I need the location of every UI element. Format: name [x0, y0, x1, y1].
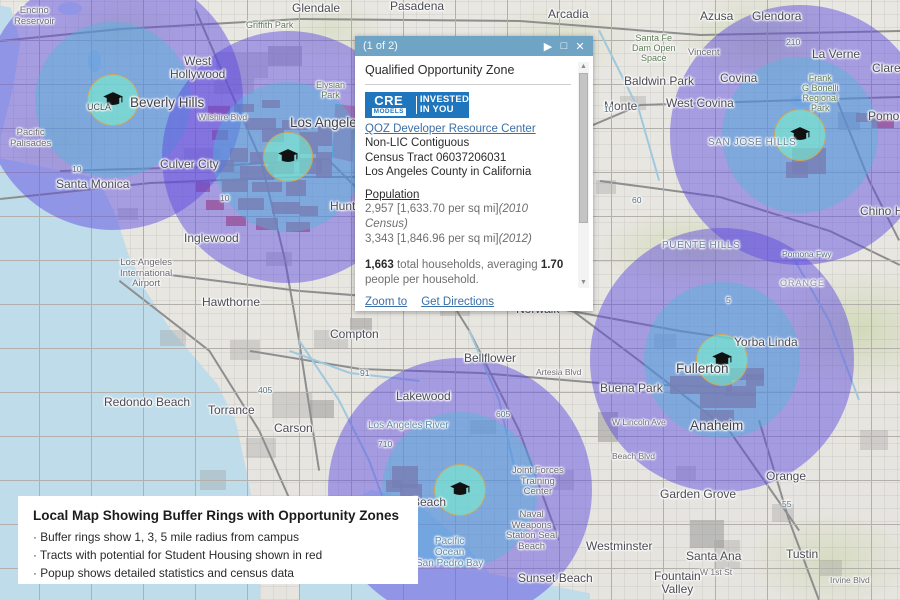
- caption-bullet-3: · Popup shows detailed statistics and ce…: [33, 565, 294, 580]
- census-tract-text: Census Tract 06037206031: [365, 151, 507, 164]
- population-2012-note: (2012): [498, 233, 532, 246]
- popup-body: Qualified Opportunity Zone CRE MODELS IN…: [355, 56, 593, 292]
- scrollbar-thumb[interactable]: [579, 73, 588, 223]
- qoz-developer-resource-center-link[interactable]: QOZ Developer Resource Center: [365, 123, 571, 135]
- popup-heading: Qualified Opportunity Zone: [365, 63, 571, 85]
- urban-block: [350, 318, 372, 334]
- graduation-cap-icon: [277, 148, 299, 164]
- close-button[interactable]: ✕: [572, 38, 588, 54]
- graduation-cap-icon: [102, 91, 124, 107]
- marina-water: [92, 236, 118, 245]
- population-2012-line: 3,343 [1,846.96 per sq mi](2012): [365, 232, 571, 247]
- caption-bullet-2: · Tracts with potential for Student Hous…: [33, 547, 323, 562]
- logo-cre-text: CRE: [374, 93, 404, 109]
- caption-bullet-1: · Buffer rings show 1, 3, 5 mile radius …: [33, 530, 299, 544]
- households-count: 1,663: [365, 258, 394, 271]
- get-directions-link[interactable]: Get Directions: [421, 296, 494, 308]
- population-2012-value: 3,343 [1,846.96 per sq mi]: [365, 233, 499, 246]
- population-2010-value: 2,957 [1,633.70 per sq mi]: [365, 203, 499, 216]
- household-average: 1.70: [540, 258, 564, 271]
- logo-right-block: INVESTED IN YOU: [420, 92, 469, 118]
- urban-block: [310, 400, 334, 418]
- population-2010-line: 2,957 [1,633.70 per sq mi](2010 Census): [365, 202, 571, 232]
- maximize-button[interactable]: □: [556, 38, 572, 54]
- feature-popup[interactable]: (1 of 2) ▶ □ ✕ Qualified Opportunity Zon…: [355, 36, 593, 311]
- scroll-down-arrow-icon[interactable]: ▼: [580, 278, 587, 288]
- caption-box: Local Map Showing Buffer Rings with Oppo…: [18, 496, 418, 584]
- urban-block: [160, 330, 186, 346]
- zoom-to-link[interactable]: Zoom to: [365, 296, 407, 308]
- popup-footer: Zoom to Get Directions: [355, 292, 593, 311]
- next-feature-button[interactable]: ▶: [540, 38, 556, 54]
- logo-left-block: CRE MODELS: [365, 92, 413, 118]
- graduation-cap-icon: [711, 351, 733, 367]
- graduation-cap-icon: [789, 126, 811, 142]
- popup-feature-counter: (1 of 2): [363, 40, 398, 52]
- logo-models-text: MODELS: [371, 107, 406, 116]
- graduation-cap-icon: [449, 481, 471, 497]
- logo-in-you-text: IN YOU: [419, 104, 454, 115]
- county-state-text: Los Angeles County in California: [365, 166, 532, 179]
- households-paragraph: 1,663 total households, averaging 1.70 p…: [365, 258, 564, 286]
- urban-block: [314, 330, 348, 348]
- designation-text: Non-LIC Contiguous: [365, 137, 470, 149]
- map-screenshot: UCLA Encino Reservoir Glendale Pasadena Arc…: [0, 0, 900, 600]
- population-section-title: Population: [365, 189, 420, 202]
- caption-title: Local Map Showing Buffer Rings with Oppo…: [33, 508, 399, 523]
- popup-titlebar: (1 of 2) ▶ □ ✕: [355, 36, 593, 56]
- urban-block: [860, 430, 888, 450]
- urban-block: [714, 540, 740, 568]
- cre-models-logo: CRE MODELS INVESTED IN YOU: [365, 92, 469, 118]
- popup-scrollbar[interactable]: ▲ ▼: [578, 62, 589, 288]
- scroll-up-arrow-icon[interactable]: ▲: [580, 62, 587, 72]
- logo-divider: [415, 96, 417, 114]
